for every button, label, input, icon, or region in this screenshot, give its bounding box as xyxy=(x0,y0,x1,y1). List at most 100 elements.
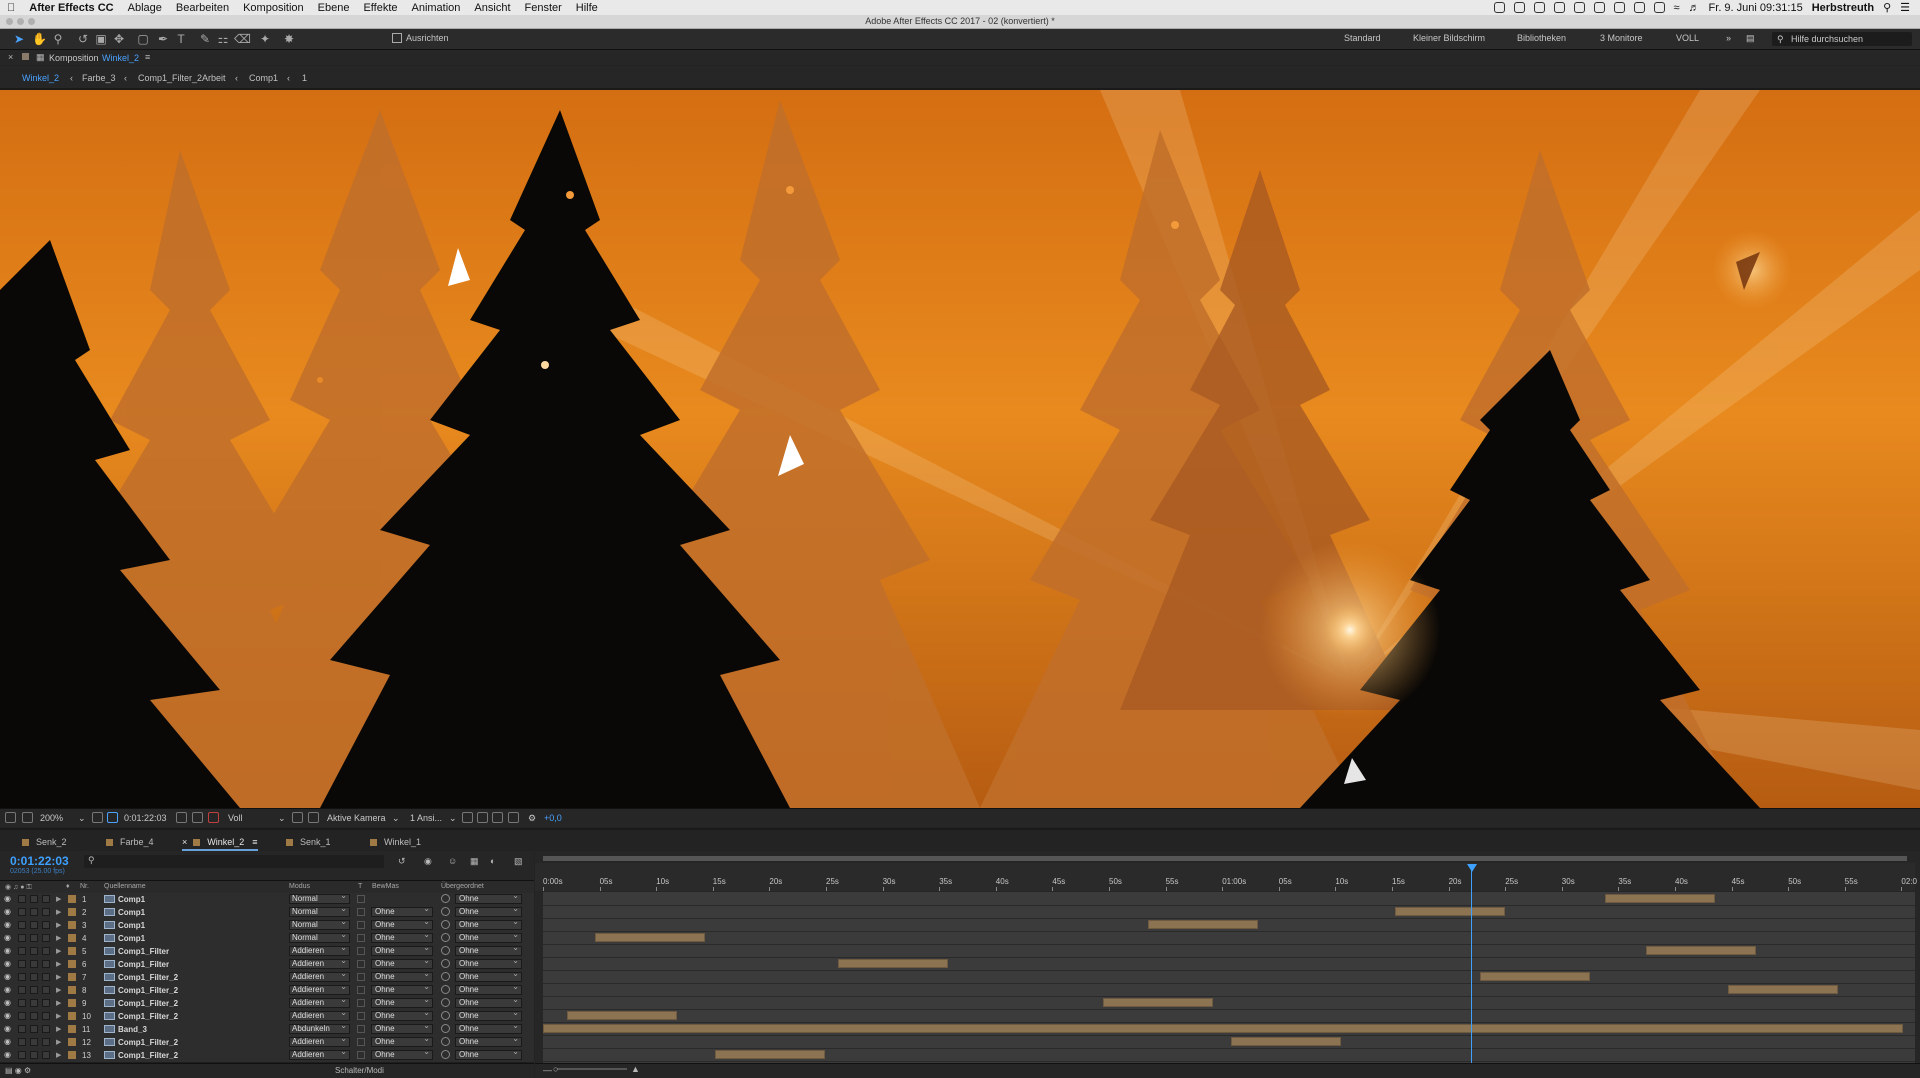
expand-arrow-icon[interactable]: ▶ xyxy=(56,1012,61,1020)
layer-row[interactable]: ◉▶11Band_3AbdunkelnOhneOhne xyxy=(0,1023,534,1037)
parent-pickwhip-icon[interactable] xyxy=(441,998,450,1007)
audio-toggle[interactable] xyxy=(18,947,26,955)
blend-mode-dropdown[interactable]: Abdunkeln xyxy=(289,1024,350,1034)
audio-toggle[interactable] xyxy=(18,1051,26,1059)
lock-toggle[interactable] xyxy=(42,1012,50,1020)
brush-tool-icon[interactable]: ✎ xyxy=(198,32,212,46)
transparency-grid-icon[interactable] xyxy=(308,812,319,823)
flowchart-icon[interactable] xyxy=(508,812,519,823)
lock-toggle[interactable] xyxy=(42,986,50,994)
label-color-swatch[interactable] xyxy=(68,973,76,981)
eye-icon[interactable]: ◉ xyxy=(4,895,13,903)
layer-row[interactable]: ◉▶2Comp1NormalOhneOhne xyxy=(0,906,534,920)
layer-row[interactable]: ◉▶10Comp1_Filter_2AddierenOhneOhne xyxy=(0,1010,534,1024)
preserve-transparency-checkbox[interactable] xyxy=(357,895,365,903)
track-matte-dropdown[interactable]: Ohne xyxy=(371,907,433,917)
clock-text[interactable]: Fr. 9. Juni 09:31:15 xyxy=(1709,2,1803,14)
track-matte-dropdown[interactable]: Ohne xyxy=(371,920,433,930)
zoom-window-button[interactable] xyxy=(28,18,35,25)
status-icon-3[interactable] xyxy=(1554,2,1565,13)
solo-toggle[interactable] xyxy=(30,973,38,981)
audio-toggle[interactable] xyxy=(18,1025,26,1033)
minimize-window-button[interactable] xyxy=(17,18,24,25)
preserve-transparency-checkbox[interactable] xyxy=(357,1051,365,1059)
menu-ansicht[interactable]: Ansicht xyxy=(467,2,517,14)
always-preview-icon[interactable] xyxy=(5,812,16,823)
blend-mode-dropdown[interactable]: Addieren xyxy=(289,1037,350,1047)
blend-mode-dropdown[interactable]: Normal xyxy=(289,907,350,917)
preserve-transparency-checkbox[interactable] xyxy=(357,1038,365,1046)
crumb-1[interactable]: 1 xyxy=(302,73,307,83)
parent-pickwhip-icon[interactable] xyxy=(441,894,450,903)
crumb-farbe-3[interactable]: Farbe_3 xyxy=(82,73,116,83)
track-matte-dropdown[interactable]: Ohne xyxy=(371,1037,433,1047)
eye-icon[interactable]: ◉ xyxy=(4,934,13,942)
hand-tool-icon[interactable]: ✋ xyxy=(32,32,46,46)
workspace-standard[interactable]: Standard xyxy=(1344,33,1381,43)
display-icon[interactable] xyxy=(1594,2,1605,13)
layer-source-name[interactable]: Comp1 xyxy=(118,895,145,904)
fast-preview-icon[interactable] xyxy=(477,812,488,823)
label-color-swatch[interactable] xyxy=(68,1038,76,1046)
chevron-down-icon[interactable]: ⌄ xyxy=(392,813,400,824)
workspace-menu-icon[interactable]: ▤ xyxy=(1746,33,1755,44)
status-icon-2[interactable] xyxy=(1514,2,1525,13)
timeline-zoom-slider[interactable] xyxy=(557,1068,627,1070)
expand-arrow-icon[interactable]: ▶ xyxy=(56,908,61,916)
chevron-down-icon[interactable]: ⌄ xyxy=(78,813,86,824)
selection-tool-icon[interactable]: ➤ xyxy=(12,32,26,46)
expand-arrow-icon[interactable]: ▶ xyxy=(56,999,61,1007)
color-channel-icon[interactable] xyxy=(208,812,219,823)
lock-toggle[interactable] xyxy=(42,1025,50,1033)
solo-toggle[interactable] xyxy=(30,1025,38,1033)
parent-pickwhip-icon[interactable] xyxy=(441,1037,450,1046)
parent-dropdown[interactable]: Ohne xyxy=(455,946,522,956)
layer-source-name[interactable]: Comp1_Filter_2 xyxy=(118,1038,178,1047)
mask-visibility-icon[interactable] xyxy=(107,812,118,823)
preserve-transparency-checkbox[interactable] xyxy=(357,1025,365,1033)
resolution-dropdown[interactable]: Voll xyxy=(228,813,243,823)
layer-row[interactable]: ◉▶8Comp1_Filter_2AddierenOhneOhne xyxy=(0,984,534,998)
expand-arrow-icon[interactable]: ▶ xyxy=(56,1025,61,1033)
shy-layers-icon[interactable]: ☺ xyxy=(448,856,457,866)
lock-toggle[interactable] xyxy=(42,1051,50,1059)
expand-arrow-icon[interactable]: ▶ xyxy=(56,934,61,942)
solo-toggle[interactable] xyxy=(30,921,38,929)
menu-komposition[interactable]: Komposition xyxy=(236,2,311,14)
layer-source-name[interactable]: Comp1 xyxy=(118,908,145,917)
parent-dropdown[interactable]: Ohne xyxy=(455,1024,522,1034)
label-color-swatch[interactable] xyxy=(68,908,76,916)
camera-dropdown[interactable]: Aktive Kamera xyxy=(327,813,386,823)
parent-pickwhip-icon[interactable] xyxy=(441,933,450,942)
blend-mode-dropdown[interactable]: Normal xyxy=(289,920,350,930)
layer-duration-bar[interactable] xyxy=(1148,920,1258,929)
panel-lock-icon[interactable] xyxy=(22,53,29,60)
layer-source-name[interactable]: Comp1_Filter xyxy=(118,947,169,956)
preserve-transparency-checkbox[interactable] xyxy=(357,973,365,981)
layer-source-name[interactable]: Comp1_Filter_2 xyxy=(118,986,178,995)
wifi-icon[interactable]: ≈ xyxy=(1674,2,1680,14)
layer-row[interactable]: ◉▶3Comp1NormalOhneOhne xyxy=(0,919,534,933)
tab-senk-1[interactable]: Senk_1 xyxy=(286,837,331,847)
layer-source-name[interactable]: Comp1 xyxy=(118,921,145,930)
eye-icon[interactable]: ◉ xyxy=(4,921,13,929)
blend-mode-dropdown[interactable]: Addieren xyxy=(289,959,350,969)
notification-icon[interactable]: ☰ xyxy=(1900,1,1910,14)
label-color-swatch[interactable] xyxy=(68,1012,76,1020)
layer-duration-bar[interactable] xyxy=(543,1024,1903,1033)
tab-senk-2[interactable]: Senk_2 xyxy=(22,837,67,847)
blend-mode-dropdown[interactable]: Normal xyxy=(289,894,350,904)
track-matte-dropdown[interactable]: Ohne xyxy=(371,933,433,943)
close-panel-icon[interactable]: × xyxy=(8,52,13,62)
solo-toggle[interactable] xyxy=(30,895,38,903)
solo-toggle[interactable] xyxy=(30,1012,38,1020)
parent-pickwhip-icon[interactable] xyxy=(441,959,450,968)
parent-dropdown[interactable]: Ohne xyxy=(455,998,522,1008)
clone-stamp-tool-icon[interactable]: ⚏ xyxy=(216,32,230,46)
zoom-in-icon[interactable]: ▲ xyxy=(631,1064,640,1074)
audio-toggle[interactable] xyxy=(18,960,26,968)
layer-duration-bar[interactable] xyxy=(1480,972,1590,981)
blend-mode-dropdown[interactable]: Addieren xyxy=(289,1050,350,1060)
eye-icon[interactable]: ◉ xyxy=(4,947,13,955)
menu-ebene[interactable]: Ebene xyxy=(311,2,357,14)
